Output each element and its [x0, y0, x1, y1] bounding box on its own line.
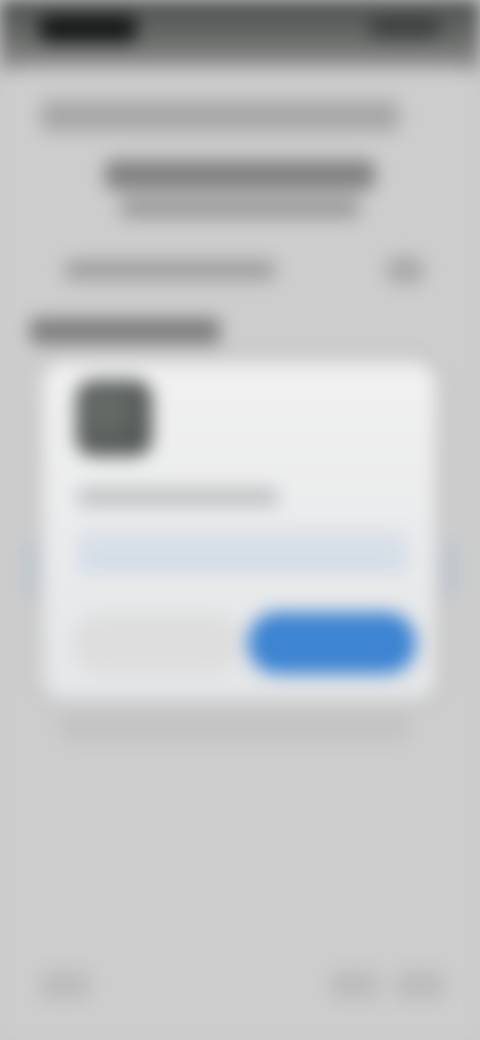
bottom-bar: [0, 930, 480, 1040]
option-row[interactable]: [55, 252, 435, 288]
dialog-description: [78, 528, 408, 572]
option-toggle[interactable]: [385, 256, 425, 284]
status-bar: [0, 0, 480, 70]
bottom-right-button-1[interactable]: [330, 970, 380, 1000]
bottom-right-button-2[interactable]: [395, 970, 445, 1000]
permission-dialog: [42, 362, 436, 700]
status-icons: [370, 18, 440, 38]
sheet-subheading: [120, 197, 360, 219]
dialog-app-name: [78, 488, 278, 506]
option-label: [65, 260, 275, 280]
sheet-heading: [105, 160, 375, 190]
app-icon: [76, 380, 152, 456]
section-label: [30, 318, 220, 344]
bottom-left-button[interactable]: [40, 970, 90, 1000]
status-time: [40, 16, 136, 42]
sheet-top-label: [40, 100, 400, 132]
under-dialog-text: [60, 715, 410, 741]
cancel-button[interactable]: [72, 612, 242, 674]
confirm-button[interactable]: [248, 612, 416, 674]
blurred-screen: [0, 0, 480, 1040]
background-right-edge: [440, 540, 462, 600]
background-left-edge: [20, 540, 42, 600]
